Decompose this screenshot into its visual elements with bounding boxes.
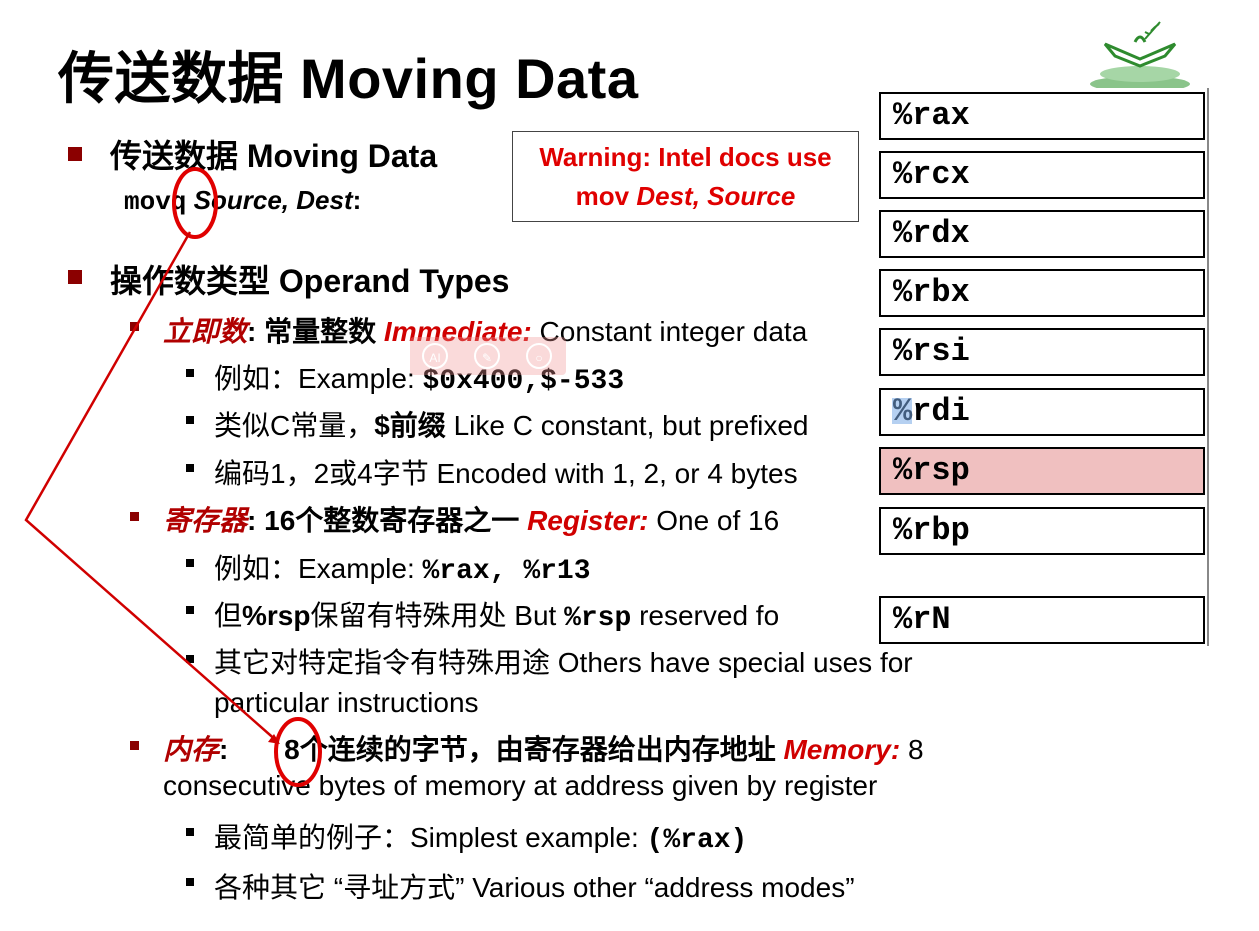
annotation-arrow-line <box>24 231 279 743</box>
annotation-circle-movq <box>172 167 218 239</box>
annotation-circle-8 <box>274 717 322 787</box>
annotation-overlay <box>24 167 322 787</box>
